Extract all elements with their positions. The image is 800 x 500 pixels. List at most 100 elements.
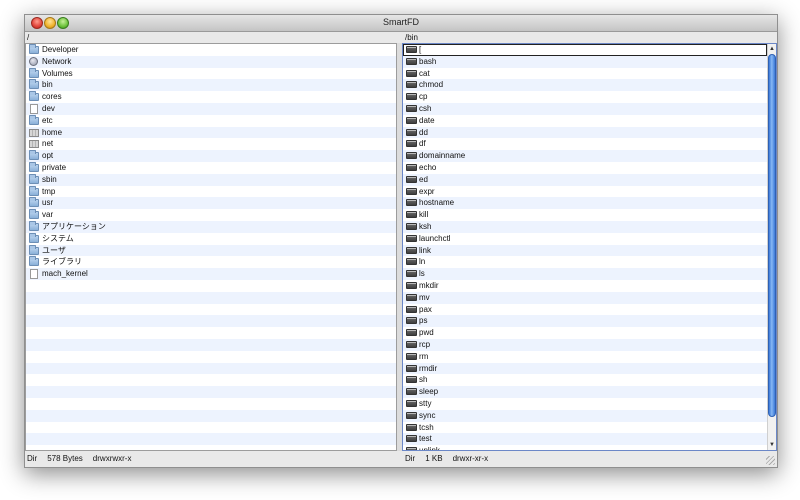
resize-grip-icon[interactable] bbox=[766, 456, 775, 465]
executable-icon bbox=[406, 329, 417, 337]
file-name-label: test bbox=[419, 434, 432, 444]
file-name-label: echo bbox=[419, 162, 437, 172]
file-list-row[interactable]: date bbox=[403, 115, 767, 127]
file-name-label: アプリケーション bbox=[42, 221, 106, 231]
left-status-size: 578 Bytes bbox=[47, 454, 83, 463]
left-file-list[interactable]: Developer Network Volumes bin cores dev etc hom… bbox=[25, 43, 397, 451]
file-name-label: sh bbox=[419, 375, 428, 385]
scroll-down-icon[interactable]: ▼ bbox=[768, 441, 776, 449]
file-list-row[interactable]: test bbox=[403, 433, 767, 446]
file-name-label: rm bbox=[419, 351, 429, 361]
file-list-row[interactable]: kill bbox=[403, 209, 767, 221]
file-name-label: pax bbox=[419, 304, 432, 314]
executable-icon bbox=[406, 364, 417, 372]
file-list-row[interactable]: bash bbox=[403, 55, 767, 68]
file-name-label: sync bbox=[419, 410, 436, 420]
file-list-row[interactable]: stty bbox=[403, 398, 767, 410]
executable-icon bbox=[406, 423, 417, 431]
file-name-label: launchctl bbox=[419, 233, 451, 243]
file-list-row[interactable]: dd bbox=[403, 126, 767, 139]
left-path-label: / bbox=[27, 33, 30, 42]
file-list-row[interactable]: usr bbox=[26, 197, 396, 210]
file-list-row[interactable]: echo bbox=[403, 162, 767, 174]
file-list-row[interactable]: hostname bbox=[403, 197, 767, 210]
file-list-row[interactable]: chmod bbox=[403, 79, 767, 92]
file-list-row[interactable]: システム bbox=[26, 232, 396, 245]
file-name-label: link bbox=[419, 245, 432, 255]
file-list-row[interactable]: unlink bbox=[403, 445, 767, 451]
file-list-row[interactable]: [ bbox=[403, 44, 767, 56]
file-list-row[interactable]: expr bbox=[403, 186, 767, 198]
executable-icon bbox=[406, 93, 417, 101]
file-list-row[interactable]: Developer bbox=[26, 44, 396, 56]
file-list-row[interactable]: sleep bbox=[403, 386, 767, 398]
folder-icon bbox=[29, 79, 39, 90]
folder-icon bbox=[29, 150, 39, 161]
file-list-row[interactable]: link bbox=[403, 244, 767, 257]
file-name-label: [ bbox=[419, 45, 422, 54]
file-list-row[interactable]: rm bbox=[403, 351, 767, 363]
file-list-row[interactable]: rmdir bbox=[403, 362, 767, 375]
file-list-row[interactable]: tmp bbox=[26, 185, 396, 198]
right-status-permissions: drwxr-xr-x bbox=[452, 454, 489, 463]
executable-icon bbox=[406, 270, 417, 278]
file-name-label: tmp bbox=[42, 186, 56, 196]
right-scrollbar[interactable]: ▲ ▼ bbox=[767, 44, 776, 450]
file-name-label: var bbox=[42, 210, 54, 220]
file-name-label: df bbox=[419, 139, 426, 149]
file-list-row[interactable]: ユーザ bbox=[26, 244, 396, 257]
file-list-row[interactable]: ed bbox=[403, 173, 767, 186]
executable-icon bbox=[406, 116, 417, 124]
scroll-up-icon[interactable]: ▲ bbox=[768, 45, 776, 53]
file-list-row[interactable]: Network bbox=[26, 55, 396, 68]
file-list-row[interactable]: Volumes bbox=[26, 67, 396, 80]
executable-icon bbox=[406, 305, 417, 313]
empty-row bbox=[26, 304, 396, 316]
file-list-row[interactable]: ライブラリ bbox=[26, 256, 396, 268]
file-list-row[interactable]: opt bbox=[26, 150, 396, 162]
file-list-row[interactable]: cat bbox=[403, 68, 767, 80]
executable-icon bbox=[406, 128, 417, 136]
file-list-row[interactable]: cp bbox=[403, 91, 767, 103]
file-list-row[interactable]: sync bbox=[403, 409, 767, 422]
file-list-row[interactable]: csh bbox=[403, 102, 767, 115]
file-list-row[interactable]: rcp bbox=[403, 338, 767, 351]
file-list-row[interactable]: ps bbox=[403, 315, 767, 328]
file-list-row[interactable]: bin bbox=[26, 79, 396, 92]
empty-row bbox=[26, 409, 396, 422]
file-list-row[interactable]: mkdir bbox=[403, 280, 767, 292]
file-name-label: unlink bbox=[419, 446, 440, 451]
file-list-row[interactable]: pax bbox=[403, 304, 767, 316]
file-list-row[interactable]: cores bbox=[26, 91, 396, 103]
scrollbar-thumb[interactable] bbox=[768, 54, 776, 417]
file-list-row[interactable]: launchctl bbox=[403, 233, 767, 245]
file-list-row[interactable]: アプリケーション bbox=[26, 220, 396, 233]
file-list-row[interactable]: tcsh bbox=[403, 422, 767, 434]
file-list-row[interactable]: dev bbox=[26, 102, 396, 115]
file-name-label: home bbox=[42, 127, 63, 137]
folder-icon bbox=[29, 161, 39, 172]
file-name-label: private bbox=[42, 162, 67, 172]
file-list-row[interactable]: private bbox=[26, 161, 396, 174]
right-file-list[interactable]: [bash cat chmod cp csh date dd df domainname echo… bbox=[402, 43, 777, 451]
executable-icon bbox=[406, 376, 417, 384]
title-bar[interactable]: SmartFD bbox=[25, 15, 777, 32]
file-list-row[interactable]: var bbox=[26, 209, 396, 221]
executable-icon bbox=[406, 163, 417, 171]
file-list-row[interactable]: net bbox=[26, 138, 396, 150]
file-list-row[interactable]: ln bbox=[403, 256, 767, 268]
network-icon bbox=[29, 56, 38, 66]
file-list-row[interactable]: home bbox=[26, 126, 396, 139]
file-list-row[interactable]: mv bbox=[403, 291, 767, 304]
file-list-row[interactable]: domainname bbox=[403, 150, 767, 162]
file-list-row[interactable]: sh bbox=[403, 374, 767, 386]
file-list-row[interactable]: etc bbox=[26, 114, 396, 127]
file-list-row[interactable]: pwd bbox=[403, 327, 767, 339]
file-list-row[interactable]: mach_kernel bbox=[26, 268, 396, 280]
executable-icon bbox=[406, 187, 417, 195]
left-status-type: Dir bbox=[27, 454, 38, 463]
file-list-row[interactable]: df bbox=[403, 138, 767, 150]
file-list-row[interactable]: sbin bbox=[26, 173, 396, 186]
file-list-row[interactable]: ksh bbox=[403, 220, 767, 233]
file-list-row[interactable]: ls bbox=[403, 268, 767, 280]
